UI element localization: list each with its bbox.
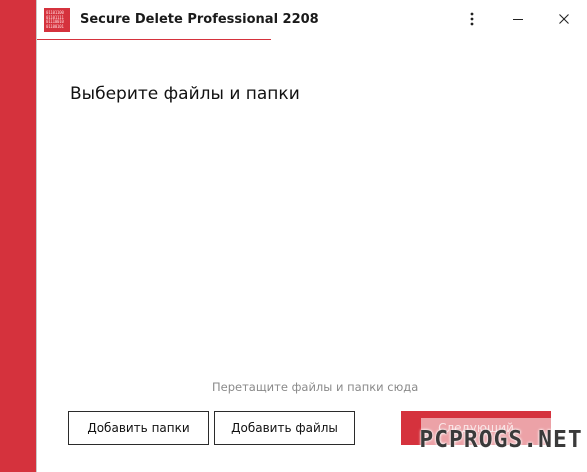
minimize-icon (513, 19, 523, 20)
close-icon (559, 14, 569, 24)
add-folders-button[interactable]: Добавить папки (68, 411, 209, 445)
kebab-vertical-icon (470, 12, 474, 26)
app-logo-bits: 01101100 01101111 01110010 01100101 (46, 10, 64, 29)
app-logo-icon: 01101100 01101111 01110010 01100101 (44, 8, 70, 32)
page-heading: Выберите файлы и папки (70, 84, 300, 104)
content-border (36, 0, 37, 472)
add-files-button[interactable]: Добавить файлы (214, 411, 355, 445)
minimize-button[interactable] (503, 6, 533, 32)
drop-hint-text: Перетащите файлы и папки сюда (212, 380, 419, 394)
title-underline (37, 39, 271, 40)
title-bar[interactable]: 01101100 01101111 01110010 01100101 Secu… (37, 0, 587, 40)
close-button[interactable] (549, 6, 579, 32)
window-title: Secure Delete Professional 2208 (80, 12, 319, 27)
app-window: 01101100 01101111 01110010 01100101 Secu… (0, 0, 587, 472)
accent-sidebar (0, 0, 36, 472)
watermark: PCPROGS.NET (419, 418, 582, 462)
menu-button[interactable] (457, 6, 487, 32)
file-drop-zone[interactable] (60, 125, 560, 395)
